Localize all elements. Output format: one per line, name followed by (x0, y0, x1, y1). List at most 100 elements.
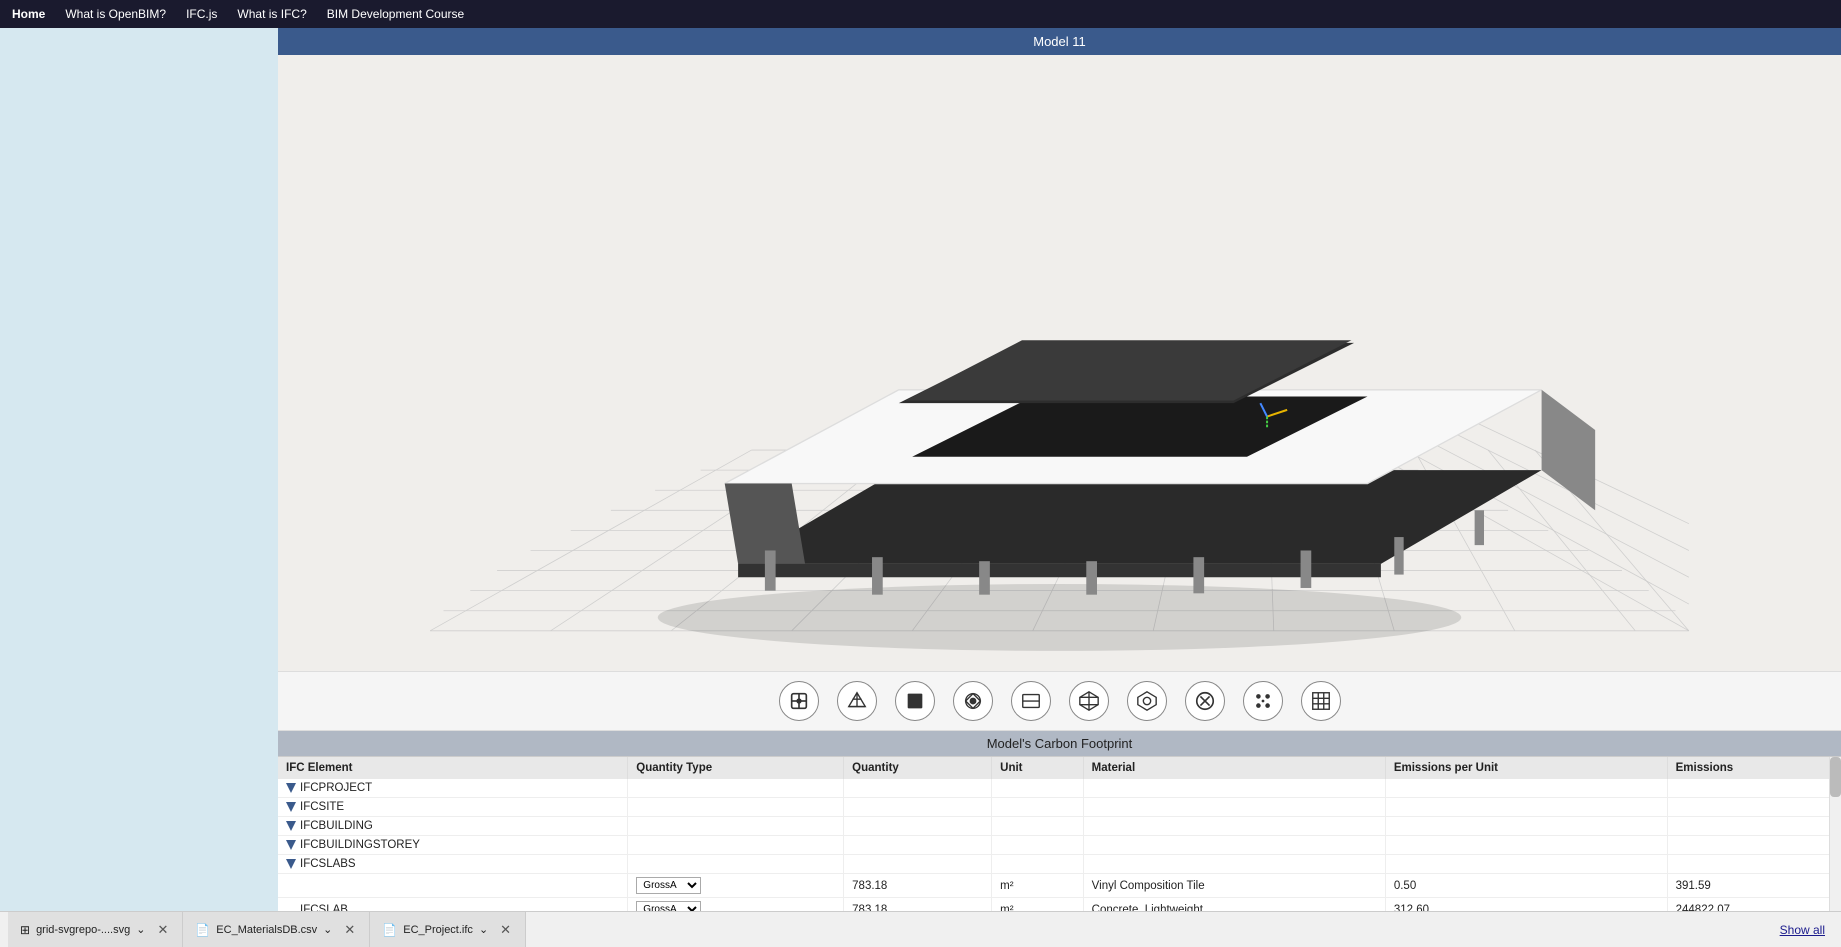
tool-2d[interactable] (1011, 681, 1051, 721)
quantity-cell: 783.18 (844, 874, 992, 898)
tab-svg-chevron[interactable]: ⌄ (136, 923, 145, 936)
table-row: GrossA 783.18m²Vinyl Composition Tile0.50… (278, 874, 1841, 898)
qty-type-select[interactable]: GrossA (636, 877, 701, 894)
col-emissions: Emissions (1667, 757, 1840, 779)
tool-fragment[interactable] (1127, 681, 1167, 721)
tab-csv-icon: 📄 (195, 923, 210, 937)
unit-cell (992, 779, 1084, 798)
tab-ifc-chevron[interactable]: ⌄ (479, 923, 488, 936)
nav-ifcjs[interactable]: IFC.js (186, 7, 217, 21)
unit-cell (992, 855, 1084, 874)
table-row: IFCPROJECT (278, 779, 1841, 798)
unit-cell (992, 817, 1084, 836)
3d-viewport[interactable] (278, 55, 1841, 671)
col-material: Material (1083, 757, 1385, 779)
tab-csv-close[interactable]: ✕ (342, 922, 357, 938)
main-content: Model 11 (0, 28, 1841, 911)
qty-type-cell (628, 779, 844, 798)
carbon-table: IFC Element Quantity Type Quantity Unit … (278, 757, 1841, 911)
nav-home[interactable]: Home (12, 7, 45, 21)
tab-svg-icon: ⊞ (20, 923, 30, 937)
scrollbar-thumb[interactable] (1830, 757, 1841, 797)
carbon-footprint-header: Model's Carbon Footprint (278, 731, 1841, 756)
tree-label: IFCSLAB (300, 904, 348, 912)
tool-grid[interactable] (1301, 681, 1341, 721)
carbon-table-container[interactable]: IFC Element Quantity Type Quantity Unit … (278, 756, 1841, 911)
tool-solid[interactable] (895, 681, 935, 721)
tab-csv-label: EC_MaterialsDB.csv (216, 924, 317, 936)
emissions-cell: 391.59 (1667, 874, 1840, 898)
material-cell (1083, 798, 1385, 817)
qty-type-cell (628, 798, 844, 817)
viewport-toolbar (278, 671, 1841, 731)
tab-svg-label: grid-svgrepo-....svg (36, 924, 130, 936)
nav-openbim[interactable]: What is OpenBIM? (65, 7, 166, 21)
unit-cell: m² (992, 898, 1084, 912)
tool-explore[interactable] (1243, 681, 1283, 721)
table-row: IFCSITE (278, 798, 1841, 817)
nav-bimcourse[interactable]: BIM Development Course (327, 7, 464, 21)
epu-cell: 312.60 (1385, 898, 1667, 912)
table-scrollbar[interactable] (1829, 757, 1841, 911)
emissions-cell (1667, 836, 1840, 855)
quantity-cell (844, 779, 992, 798)
unit-cell: m² (992, 874, 1084, 898)
tool-3d[interactable] (1069, 681, 1109, 721)
tab-svg[interactable]: ⊞ grid-svgrepo-....svg ⌄ ✕ (8, 912, 183, 947)
tab-csv[interactable]: 📄 EC_MaterialsDB.csv ⌄ ✕ (183, 912, 370, 947)
tool-wireframe[interactable] (837, 681, 877, 721)
tab-ifc-icon: 📄 (382, 923, 397, 937)
emissions-cell: 244822.07 (1667, 898, 1840, 912)
epu-cell (1385, 855, 1667, 874)
tree-label: IFCSITE (300, 801, 344, 813)
tree-label: IFCPROJECT (300, 782, 372, 794)
quantity-cell (844, 817, 992, 836)
col-ifc-element: IFC Element (278, 757, 628, 779)
material-cell: Vinyl Composition Tile (1083, 874, 1385, 898)
emissions-cell (1667, 817, 1840, 836)
qty-type-cell[interactable]: GrossA (628, 898, 844, 912)
col-quantity: Quantity (844, 757, 992, 779)
nav-whatifc[interactable]: What is IFC? (237, 7, 306, 21)
quantity-cell (844, 836, 992, 855)
qty-type-cell (628, 817, 844, 836)
tab-ifc[interactable]: 📄 EC_Project.ifc ⌄ ✕ (370, 912, 526, 947)
bottom-tabs: ⊞ grid-svgrepo-....svg ⌄ ✕ 📄 EC_Material… (8, 912, 526, 947)
tab-csv-chevron[interactable]: ⌄ (323, 923, 332, 936)
qty-type-select[interactable]: GrossA (636, 901, 701, 911)
table-row: IFCBUILDING (278, 817, 1841, 836)
tool-section[interactable] (779, 681, 819, 721)
emissions-cell (1667, 855, 1840, 874)
col-epu: Emissions per Unit (1385, 757, 1667, 779)
tree-label: IFCBUILDINGSTOREY (300, 839, 420, 851)
bottom-bar: ⊞ grid-svgrepo-....svg ⌄ ✕ 📄 EC_Material… (0, 911, 1841, 947)
tool-colorize[interactable] (953, 681, 993, 721)
viewport-svg (278, 55, 1841, 671)
qty-type-cell (628, 836, 844, 855)
show-all-button[interactable]: Show all (1772, 919, 1833, 941)
epu-cell: 0.50 (1385, 874, 1667, 898)
qty-type-cell[interactable]: GrossA (628, 874, 844, 898)
emissions-cell (1667, 798, 1840, 817)
material-cell (1083, 855, 1385, 874)
tool-delete[interactable] (1185, 681, 1225, 721)
col-quantity-type: Quantity Type (628, 757, 844, 779)
qty-type-cell (628, 855, 844, 874)
right-panel: Model 11 (278, 28, 1841, 911)
epu-cell (1385, 779, 1667, 798)
material-cell: Concrete, Lightweight (1083, 898, 1385, 912)
tab-svg-close[interactable]: ✕ (155, 922, 170, 938)
material-cell (1083, 817, 1385, 836)
epu-cell (1385, 817, 1667, 836)
table-row: IFCSLAB GrossA 783.18m²Concrete, Lightweig… (278, 898, 1841, 912)
table-row: IFCBUILDINGSTOREY (278, 836, 1841, 855)
tree-label: IFCBUILDING (300, 820, 373, 832)
unit-cell (992, 798, 1084, 817)
tab-ifc-close[interactable]: ✕ (498, 922, 513, 938)
material-cell (1083, 779, 1385, 798)
col-unit: Unit (992, 757, 1084, 779)
unit-cell (992, 836, 1084, 855)
epu-cell (1385, 836, 1667, 855)
quantity-cell (844, 798, 992, 817)
quantity-cell: 783.18 (844, 898, 992, 912)
